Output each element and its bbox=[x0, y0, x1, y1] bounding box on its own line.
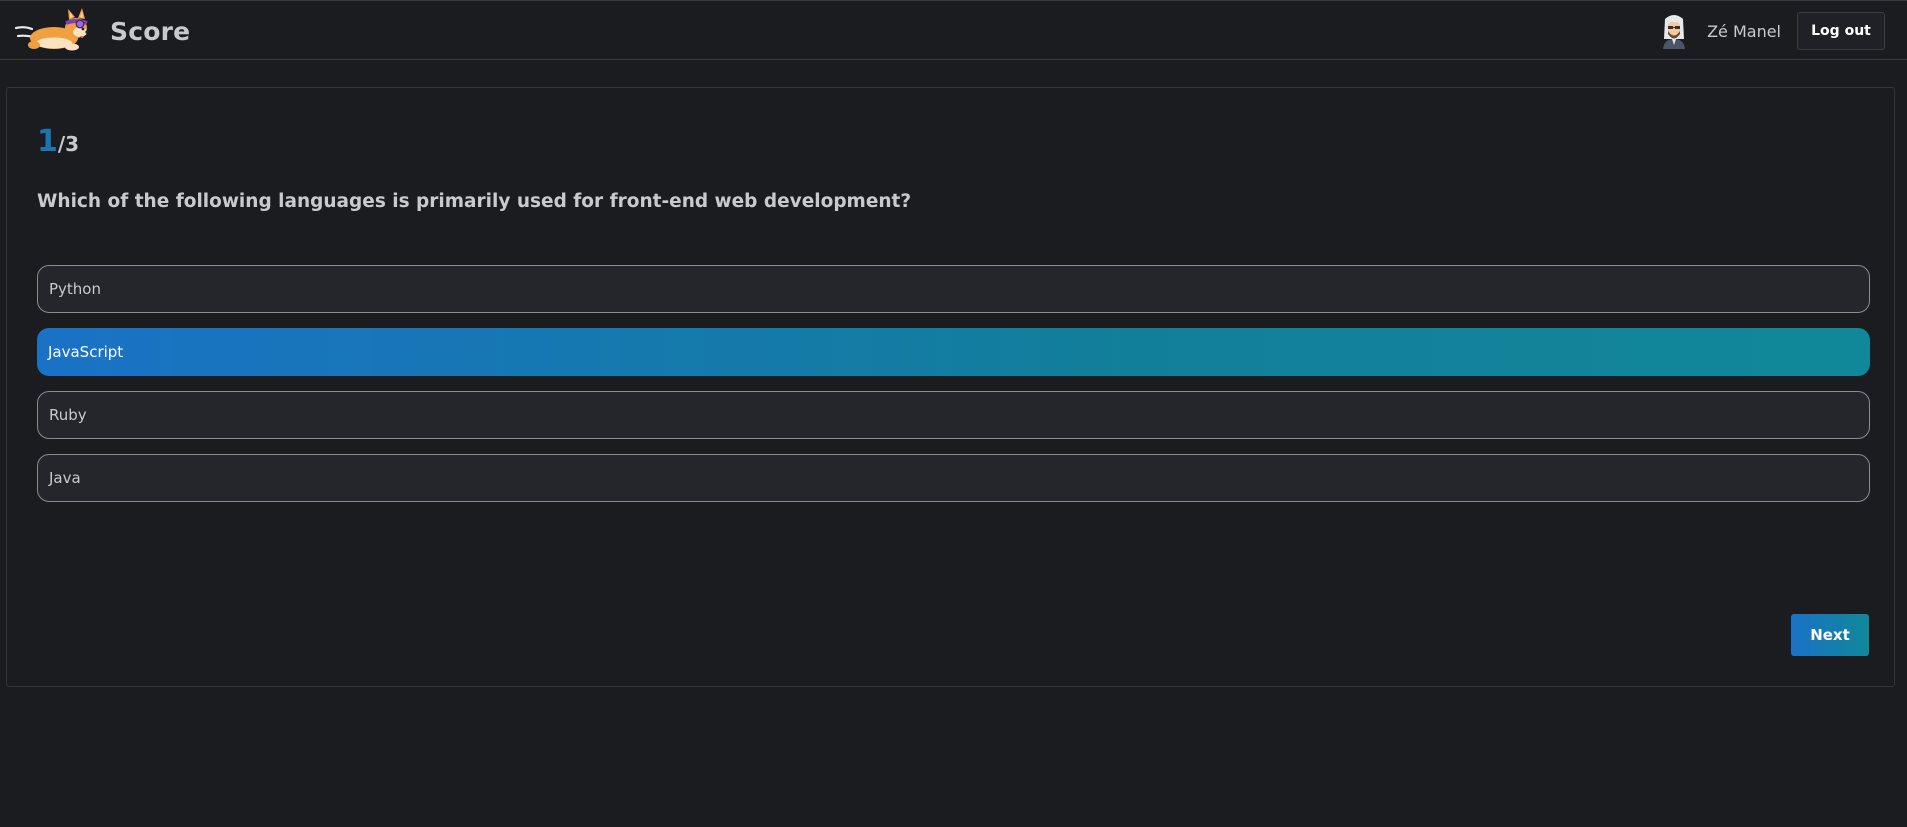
question-total: /3 bbox=[57, 132, 80, 156]
quiz-card: 1/3 Which of the following languages is … bbox=[6, 87, 1895, 687]
question-text: Which of the following languages is prim… bbox=[37, 191, 912, 212]
logout-button[interactable]: Log out bbox=[1797, 12, 1885, 50]
answer-option-java[interactable]: Java bbox=[37, 454, 1870, 502]
next-button[interactable]: Next bbox=[1791, 614, 1869, 656]
answer-option-javascript[interactable]: JavaScript bbox=[37, 328, 1870, 376]
user-name: Zé Manel bbox=[1707, 21, 1781, 41]
question-counter: 1/3 bbox=[37, 127, 79, 157]
question-current-number: 1 bbox=[37, 124, 58, 159]
answer-option-ruby[interactable]: Ruby bbox=[37, 391, 1870, 439]
answer-option-python[interactable]: Python bbox=[37, 265, 1870, 313]
app-title: Score bbox=[110, 16, 191, 46]
top-navbar: Score Zé Manel Log out bbox=[0, 0, 1907, 60]
brand[interactable]: Score bbox=[14, 8, 190, 54]
user-avatar-icon[interactable] bbox=[1659, 13, 1689, 49]
answer-options: Python JavaScript Ruby Java bbox=[37, 265, 1870, 517]
user-area: Zé Manel Log out bbox=[1659, 12, 1885, 50]
corgi-logo-icon bbox=[14, 8, 89, 51]
